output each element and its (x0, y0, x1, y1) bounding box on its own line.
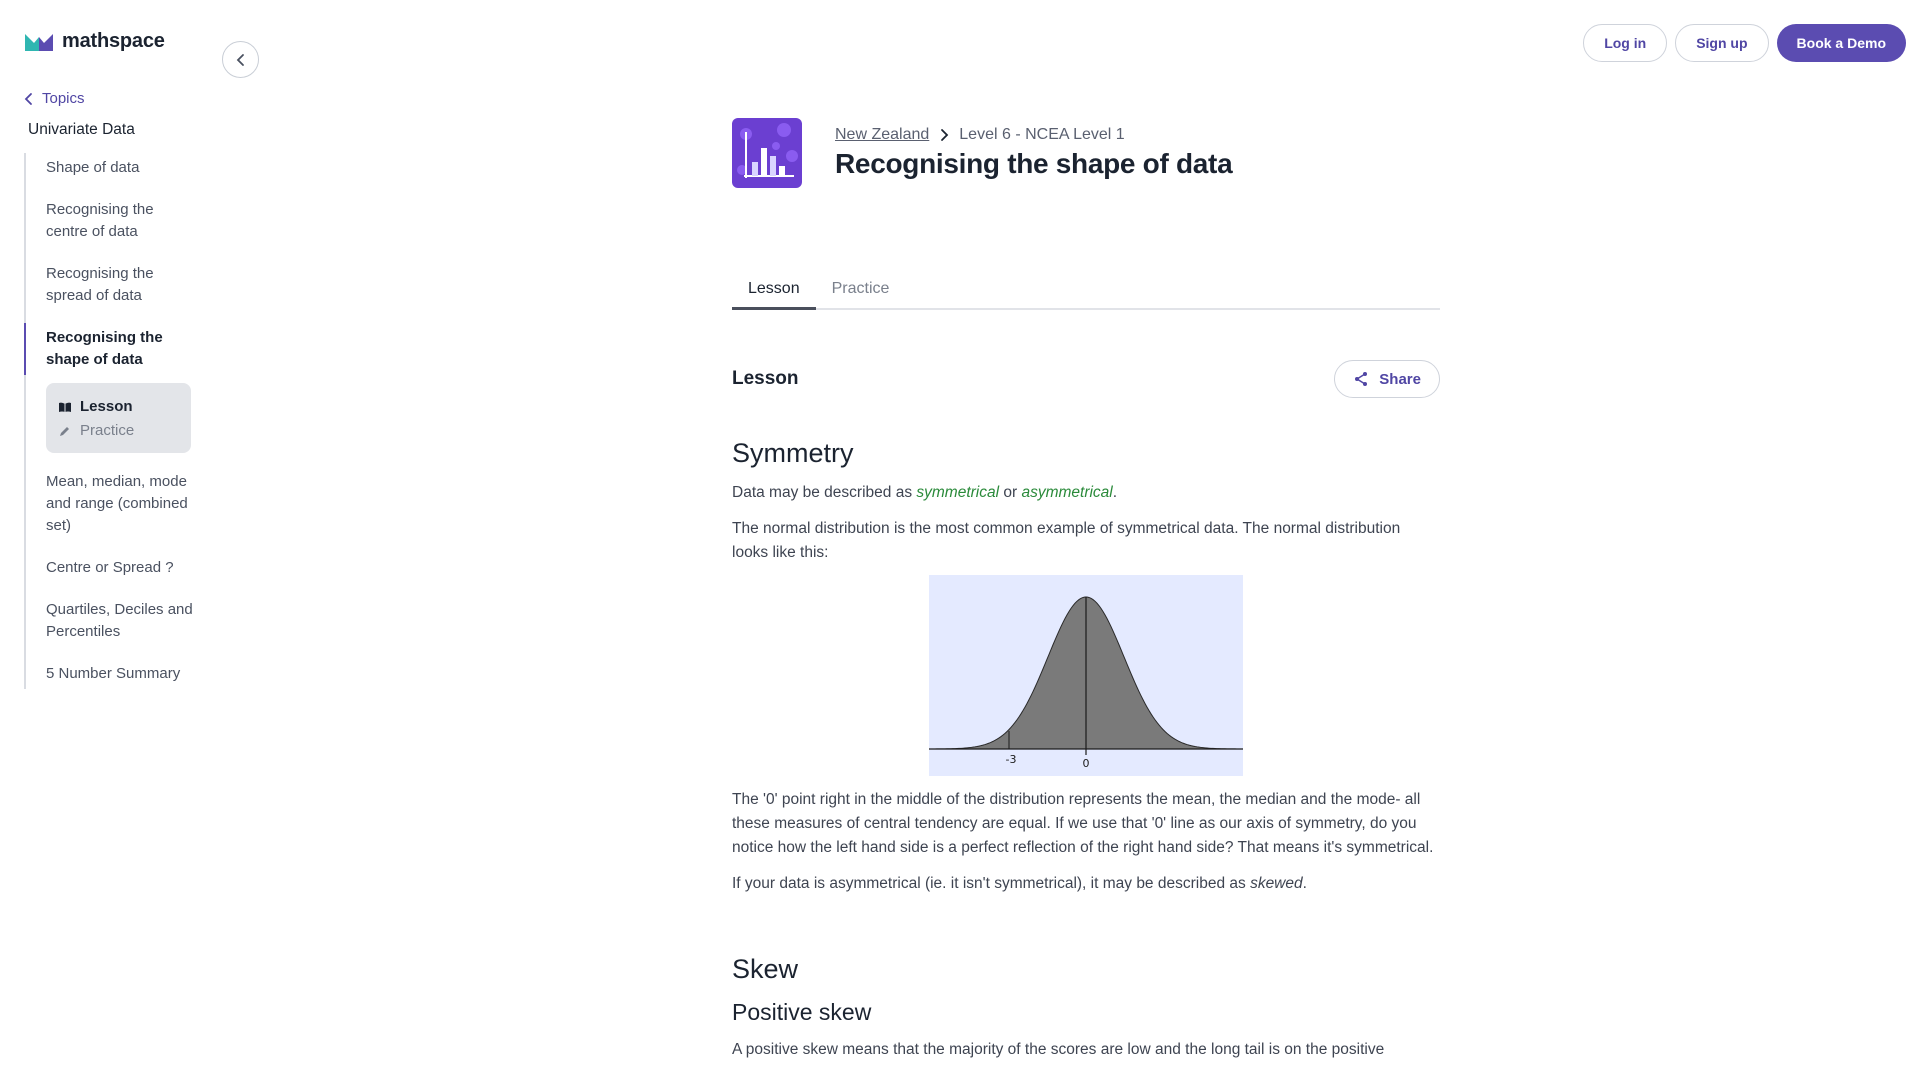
normal-distribution-figure: -3 0 (929, 575, 1243, 776)
tick-zero-label: 0 (1083, 757, 1090, 770)
sub-panel-practice-label: Practice (80, 422, 135, 439)
page-title: Recognising the shape of data (835, 148, 1233, 179)
term-asymmetrical: asymmetrical (1021, 484, 1113, 501)
sidebar-item-shape-of-data[interactable]: Shape of data (26, 153, 194, 183)
term-symmetrical: symmetrical (916, 484, 1000, 501)
share-label: Share (1379, 370, 1421, 388)
paragraph-normal-distribution: The normal distribution is the most comm… (732, 520, 1401, 561)
topic-chart-icon (732, 118, 802, 188)
breadcrumb: New Zealand Level 6 - NCEA Level 1 (835, 126, 1232, 144)
subtopic-panel: Lesson Practice (46, 383, 191, 453)
heading-symmetry: Symmetry (732, 438, 854, 468)
header-actions: Log in Sign up Book a Demo (1583, 24, 1906, 62)
heading-positive-skew: Positive skew (732, 999, 872, 1025)
chevron-right-icon (941, 129, 949, 141)
sidebar-item-five-number-summary[interactable]: 5 Number Summary (26, 659, 194, 689)
tab-bar: Lesson Practice (732, 270, 1440, 310)
section-bar: Lesson Share (732, 360, 1440, 398)
breadcrumb-level: Level 6 - NCEA Level 1 (959, 126, 1125, 143)
section-label: Lesson (732, 368, 799, 389)
sub-panel-lesson[interactable]: Lesson (58, 395, 179, 419)
unit-title[interactable]: Univariate Data (28, 121, 194, 139)
brand-name: mathspace (62, 30, 165, 52)
breadcrumb-country-link[interactable]: New Zealand (835, 126, 929, 144)
subtopic-list: Shape of data Recognising the centre of … (24, 153, 194, 689)
heading-skew: Skew (732, 954, 799, 984)
sidebar-item-shape-of-data-active[interactable]: Recognising the shape of data (24, 323, 194, 375)
main-content: New Zealand Level 6 - NCEA Level 1 Recog… (732, 118, 1440, 1062)
sidebar-item-centre-or-spread[interactable]: Centre or Spread ? (26, 553, 194, 583)
sidebar-item-mean-median-mode[interactable]: Mean, median, mode and range (combined s… (26, 467, 194, 541)
share-icon (1355, 372, 1368, 386)
share-button[interactable]: Share (1334, 360, 1440, 398)
pencil-icon (60, 427, 69, 436)
term-skewed: skewed (1250, 875, 1303, 892)
paragraph-asymmetrical: If your data is asymmetrical (ie. it isn… (732, 875, 1307, 892)
paragraph-positive-skew: A positive skew means that the majority … (732, 1041, 1385, 1058)
sidebar-item-spread-of-data[interactable]: Recognising the spread of data (26, 259, 194, 311)
sub-panel-lesson-label: Lesson (80, 398, 133, 415)
sidebar-item-centre-of-data[interactable]: Recognising the centre of data (26, 195, 194, 247)
tab-lesson[interactable]: Lesson (732, 270, 816, 310)
paragraph-symmetry-intro: Data may be described as symmetrical or … (732, 484, 1118, 501)
mathspace-logo-icon (25, 33, 53, 51)
back-to-topics-link[interactable]: Topics (24, 90, 194, 107)
topic-header: New Zealand Level 6 - NCEA Level 1 Recog… (732, 118, 1440, 188)
chevron-left-icon (236, 53, 244, 66)
collapse-sidebar-button[interactable] (222, 41, 259, 78)
sidebar: Topics Univariate Data Shape of data Rec… (24, 90, 194, 701)
sub-panel-practice[interactable]: Practice (58, 419, 179, 443)
tab-practice[interactable]: Practice (816, 270, 906, 308)
mathspace-logo[interactable]: mathspace (24, 30, 165, 53)
book-demo-button[interactable]: Book a Demo (1776, 24, 1906, 62)
topics-link-label: Topics (42, 90, 85, 107)
login-button[interactable]: Log in (1583, 24, 1668, 62)
tick-neg-label: -3 (1006, 753, 1017, 766)
paragraph-mean-median-mode: The '0' point right in the middle of the… (732, 791, 1434, 856)
sidebar-item-quartiles[interactable]: Quartiles, Deciles and Percentiles (26, 595, 194, 647)
signup-button[interactable]: Sign up (1675, 24, 1769, 62)
book-icon (59, 402, 71, 412)
chevron-left-icon (24, 92, 32, 105)
